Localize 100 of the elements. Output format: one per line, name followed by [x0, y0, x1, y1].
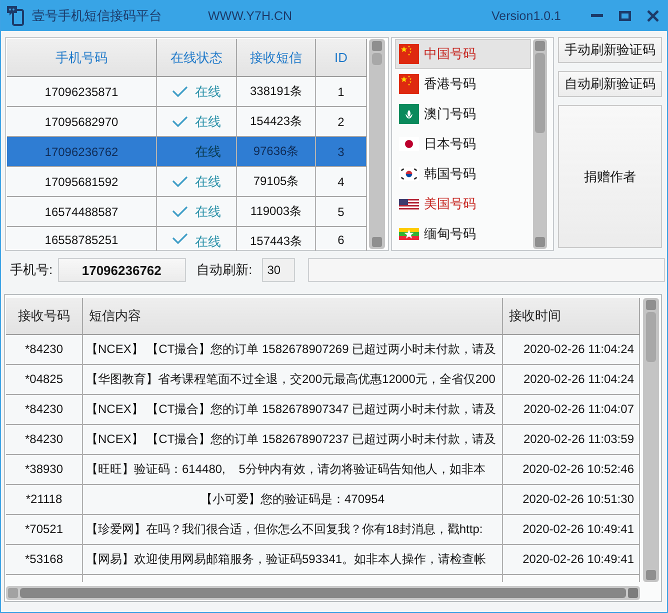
table-cell: 2020-02-26 10:52:46 — [503, 455, 640, 485]
table-cell: 2020-02-26 11:04:07 — [503, 395, 640, 425]
status-text: 在线 — [195, 142, 221, 160]
table-cell: 【珍爱网】在吗？我们很合适，但你怎么不回复我？你有18封消息，戳http: — [83, 515, 503, 545]
table-cell: 2020-02-26 10:51:30 — [503, 485, 640, 515]
check-icon — [172, 176, 188, 187]
scroll-up-button[interactable] — [372, 41, 382, 51]
scrollbar-thumb[interactable] — [372, 53, 382, 65]
table-cell: *84230 — [6, 335, 83, 365]
column-header[interactable]: 接收号码 — [6, 298, 83, 334]
column-header[interactable]: 接收短信 — [237, 39, 316, 76]
window-title: 壹号手机短信接码平台 — [32, 6, 163, 24]
table-cell: *21118 — [6, 485, 83, 515]
table-cell: 2020-02-26 10:49:41 — [503, 545, 640, 575]
column-header[interactable]: 短信内容 — [83, 298, 503, 334]
scroll-up-button[interactable] — [646, 300, 656, 310]
phone-icon — [7, 6, 25, 26]
check-icon — [172, 116, 188, 127]
table-cell: 157443条 — [237, 227, 316, 251]
table-cell: 119003条 — [237, 197, 316, 226]
flag-icon — [399, 44, 419, 64]
table-cell: 2020-02-26 11:03:59 — [503, 425, 640, 455]
table-row[interactable]: 16558785251 在线 157443条 6 — [7, 227, 367, 249]
table-cell: 2 — [316, 107, 367, 136]
flag-icon — [399, 228, 419, 240]
country-list-item[interactable]: 澳门号码 — [395, 99, 531, 129]
country-list-item[interactable]: 韩国号码 — [395, 159, 531, 189]
maximize-icon — [619, 10, 631, 20]
refresh-interval-field[interactable]: 30 — [262, 258, 296, 282]
close-icon — [647, 10, 659, 22]
table-cell: 338191条 — [237, 77, 316, 106]
table-cell: 79105条 — [237, 167, 316, 196]
status-field[interactable] — [308, 258, 666, 282]
flag-icon — [399, 198, 419, 210]
flag-icon — [399, 74, 419, 94]
vertical-scrollbar[interactable] — [643, 298, 659, 582]
country-list-item[interactable]: 美国号码 — [395, 189, 531, 219]
table-cell: 【网易】欢迎使用网易邮箱服务，验证码593341。如非本人操作，请检查帐 — [83, 545, 503, 575]
scrollbar-thumb[interactable] — [20, 588, 626, 598]
table-cell: 2020-02-26 11:04:24 — [503, 365, 640, 395]
flag-icon — [399, 104, 419, 124]
table-cell: 154423条 — [237, 107, 316, 136]
scroll-down-button[interactable] — [646, 570, 656, 580]
table-cell: 【NCEX】 【CT撮合】您的订单 1582678907269 已超过两小时未付款，请及 — [83, 335, 503, 365]
country-list-item[interactable]: 香港号码 — [395, 69, 531, 99]
table-cell: 3 — [316, 137, 367, 166]
table-cell: 17096235871 — [7, 77, 157, 106]
scrollbar-thumb[interactable] — [646, 312, 656, 362]
table-cell: 6 — [316, 227, 367, 251]
website-text: WWW.Y7H.CN — [208, 8, 292, 22]
country-list-item[interactable]: 中国号码 — [395, 39, 531, 69]
table-row[interactable]: 17095681592 在线 79105条 4 — [7, 167, 367, 197]
table-row[interactable]: 16574488587 在线 119003条 5 — [7, 197, 367, 227]
vertical-scrollbar[interactable] — [533, 39, 547, 249]
scroll-up-button[interactable] — [535, 41, 545, 51]
status-text: 在线 — [195, 202, 221, 220]
refresh-button[interactable]: 手动刷新验证码 — [558, 37, 662, 63]
flag-icon — [399, 167, 419, 181]
phone-label: 手机号: — [10, 261, 53, 279]
table-cell: 【旺旺】验证码：614480, 5分钟内有效，请勿将验证码告知他人，如非本 — [83, 455, 503, 485]
scroll-down-button[interactable] — [372, 237, 382, 247]
table-cell: 【NCEX】 【CT撮合】您的订单 1582678907237 已超过两小时未付款，请及 — [83, 425, 503, 455]
vertical-scrollbar[interactable] — [369, 39, 385, 249]
table-cell: *70521 — [6, 515, 83, 545]
table-cell: *53168 — [6, 545, 83, 575]
scroll-down-button[interactable] — [535, 237, 545, 247]
horizontal-scrollbar[interactable] — [6, 586, 640, 600]
column-header[interactable]: 接收时间 — [503, 298, 640, 334]
check-icon — [172, 233, 188, 244]
table-cell: 2020-02-26 10:49:41 — [503, 515, 640, 545]
table-cell: 【华图教育】省考课程笔面不过全退，交200元最高优惠12000元，全省仅200 — [83, 365, 503, 395]
table-row[interactable]: 17096235871 在线 338191条 1 — [7, 77, 367, 107]
column-header[interactable]: ID — [316, 39, 367, 76]
scroll-left-button[interactable] — [8, 588, 18, 598]
auto-refresh-label: 自动刷新: — [196, 261, 252, 279]
donate-button[interactable]: 捐赠作者 — [558, 105, 662, 248]
refresh-button[interactable]: 自动刷新验证码 — [558, 71, 662, 97]
table-cell: 1 — [316, 77, 367, 106]
column-header[interactable]: 在线状态 — [157, 39, 237, 76]
table-cell: 2020-02-26 11:04:24 — [503, 335, 640, 365]
minimize-icon — [591, 14, 603, 17]
table-cell: 17095681592 — [7, 167, 157, 196]
scroll-right-button[interactable] — [628, 588, 638, 598]
check-icon — [172, 86, 188, 97]
table-cell: 17096236762 — [7, 137, 157, 166]
country-list-item[interactable]: 缅甸号码 — [395, 219, 531, 249]
version-text: Version1.0.1 — [492, 8, 561, 22]
table-cell: 4 — [316, 167, 367, 196]
status-text: 在线 — [195, 112, 221, 130]
scrollbar-thumb[interactable] — [535, 53, 545, 133]
country-list-item[interactable]: 日本号码 — [395, 129, 531, 159]
column-header[interactable]: 手机号码 — [7, 39, 157, 76]
table-cell: *38930 — [6, 455, 83, 485]
table-cell: 【NCEX】 【CT撮合】您的订单 1582678907347 已超过两小时未付款，请及 — [83, 395, 503, 425]
phone-number-field[interactable]: 17096236762 — [58, 258, 186, 282]
table-cell: 【小可爱】您的验证码是：470954 — [83, 485, 503, 515]
table-row[interactable]: 17095682970 在线 154423条 2 — [7, 107, 367, 137]
status-text: 在线 — [195, 82, 221, 100]
status-text: 在线 — [195, 172, 221, 190]
table-cell: 5 — [316, 197, 367, 226]
